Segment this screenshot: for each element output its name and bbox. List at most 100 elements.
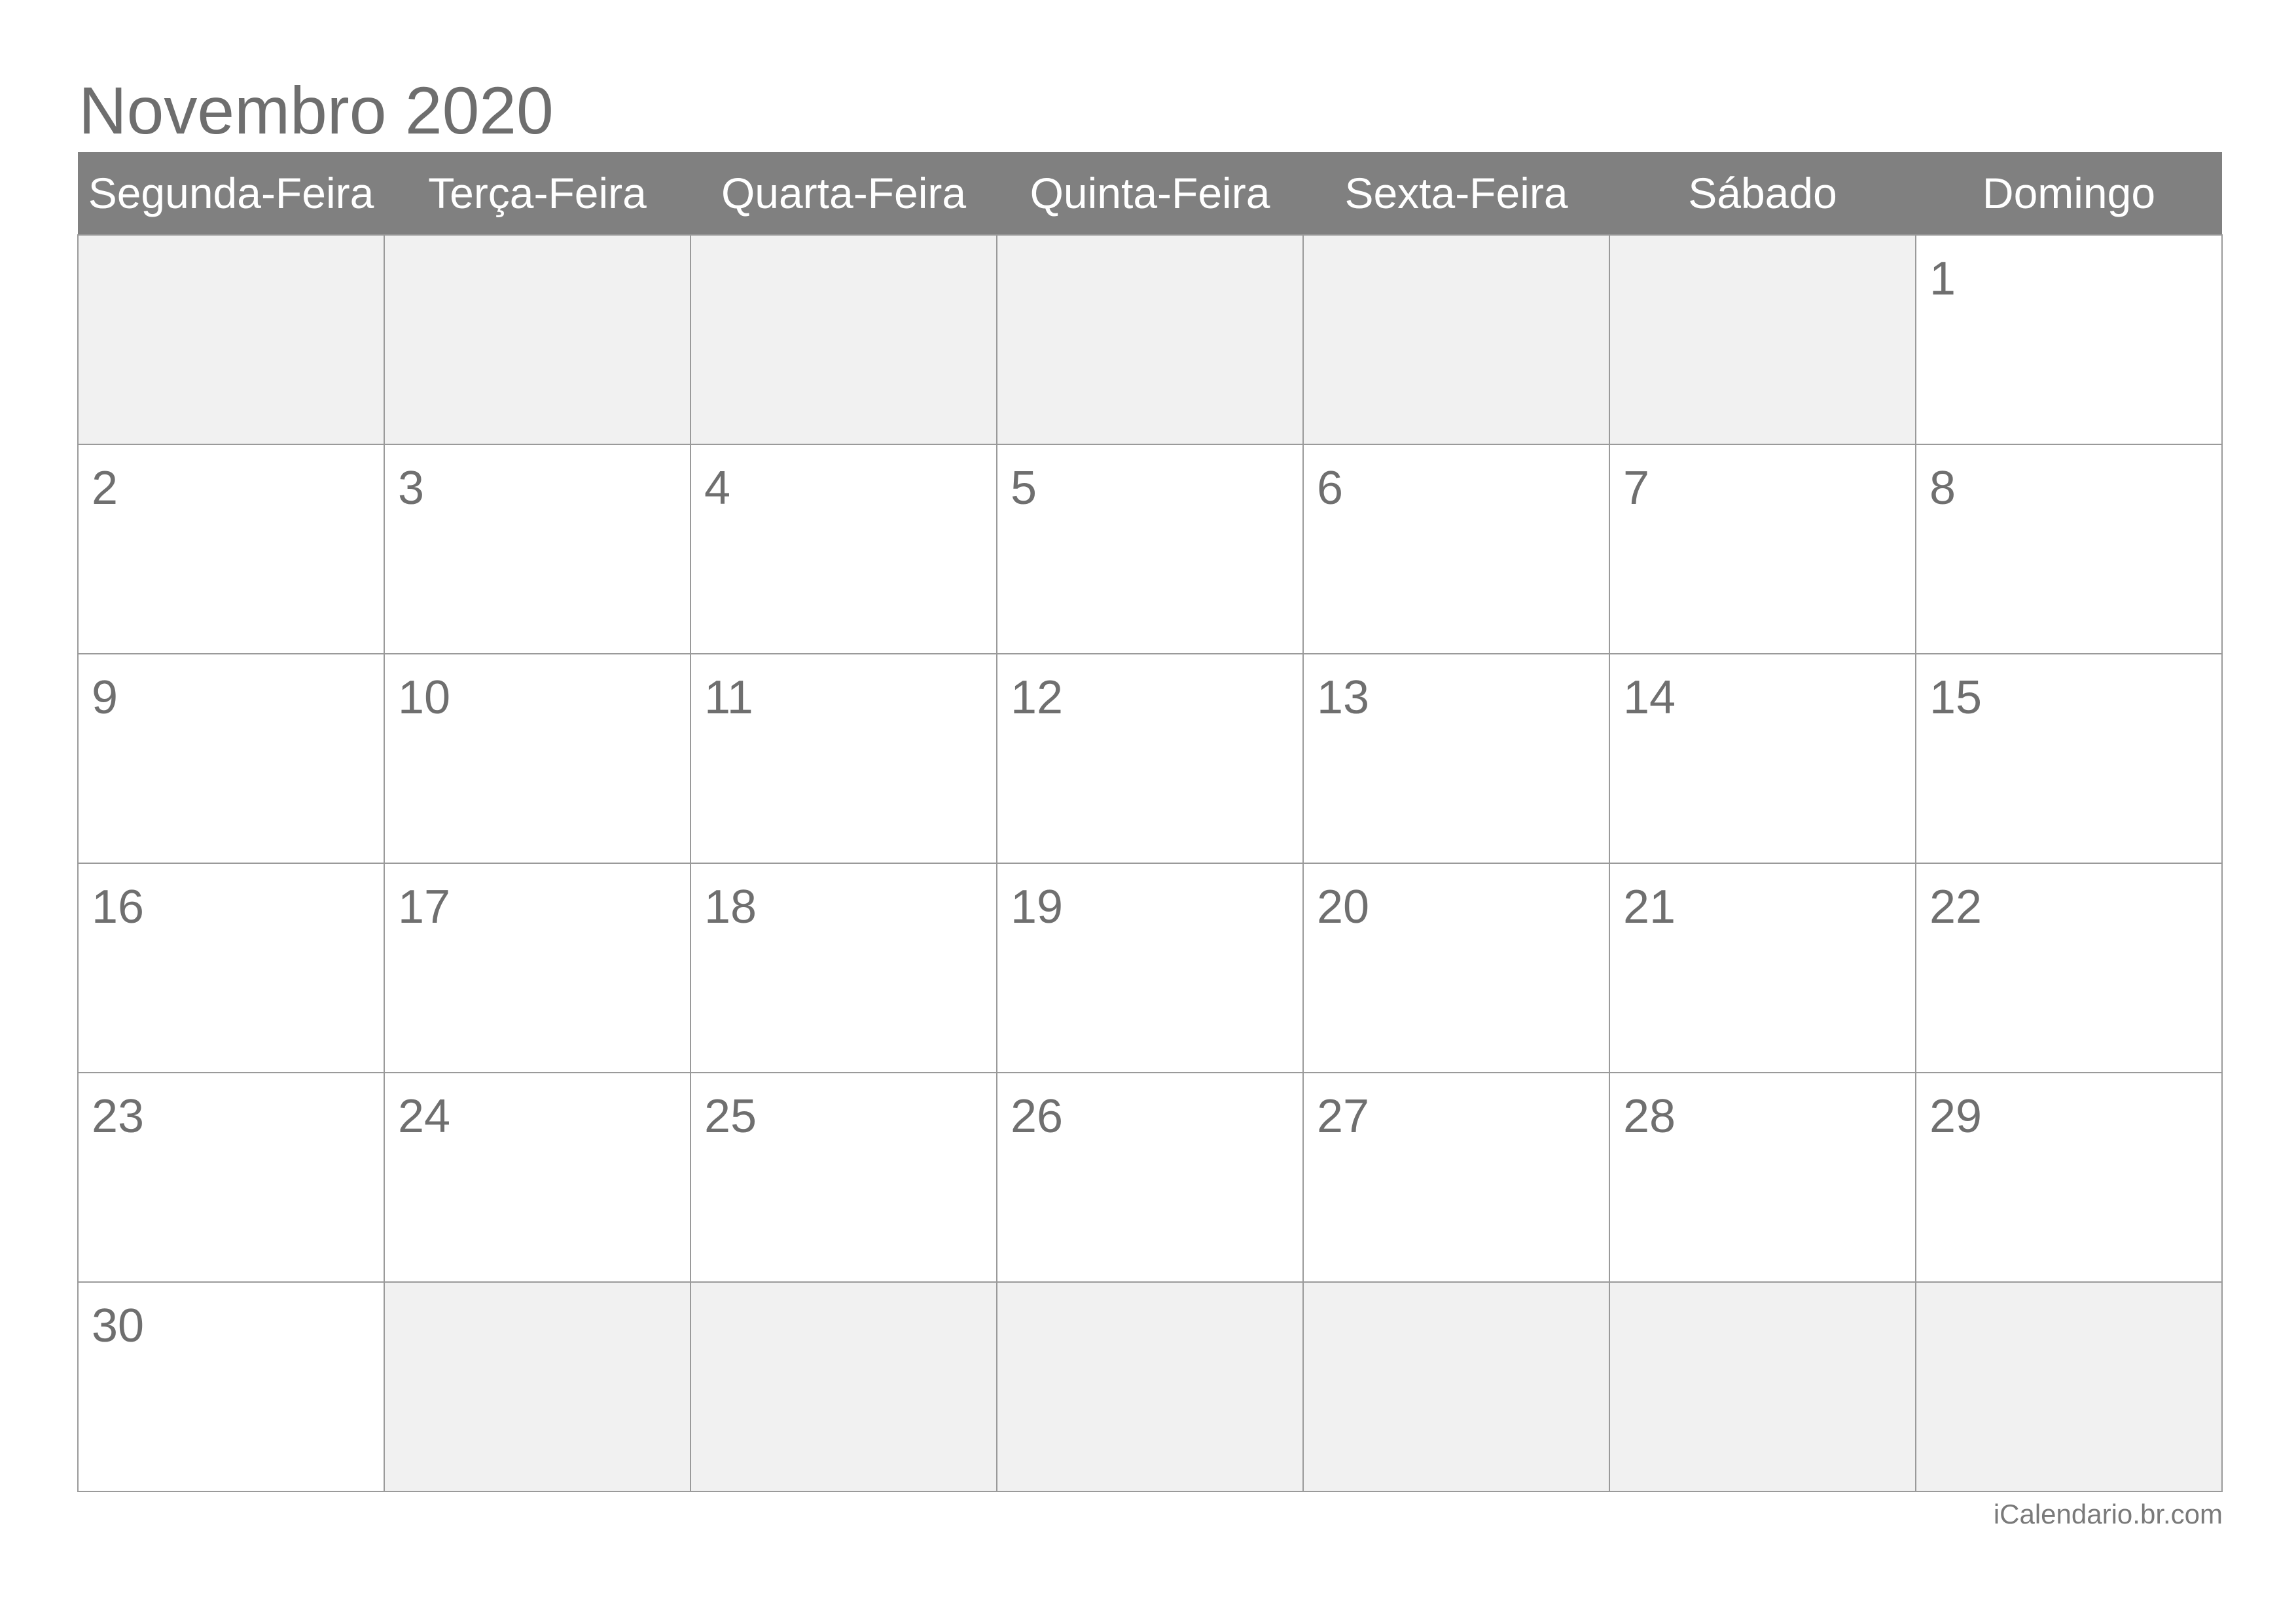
page-title: Novembro 2020: [79, 73, 554, 148]
day-number: 20: [1317, 881, 1370, 933]
day-number: 3: [398, 462, 425, 514]
week-row: 16 17 18 19 20 21 22: [77, 863, 2223, 1073]
month-calendar: Segunda-Feira Terça-Feira Quarta-Feira Q…: [77, 152, 2223, 1492]
day-number: [79, 236, 384, 255]
day-number: 15: [1929, 671, 1982, 724]
day-number: 13: [1317, 671, 1370, 724]
day-number: [997, 1283, 1302, 1302]
day-cell: 22: [1915, 863, 2223, 1073]
day-cell: 2: [77, 444, 385, 654]
day-number: 17: [398, 881, 451, 933]
day-cell: 24: [384, 1072, 691, 1283]
week-row: 23 24 25 26 27 28 29: [77, 1072, 2223, 1283]
day-cell: [996, 1281, 1304, 1492]
day-cell: [690, 1281, 997, 1492]
day-number: 19: [1011, 881, 1064, 933]
week-row: 2 3 4 5 6 7 8: [77, 444, 2223, 654]
day-number: 11: [704, 671, 753, 724]
day-number: 26: [1011, 1090, 1064, 1143]
day-cell: 17: [384, 863, 691, 1073]
day-number: 6: [1317, 462, 1344, 514]
weekday-header-row: Segunda-Feira Terça-Feira Quarta-Feira Q…: [78, 152, 2222, 235]
day-number: 12: [1011, 671, 1064, 724]
day-number: 24: [398, 1090, 451, 1143]
day-number: 23: [92, 1090, 145, 1143]
day-number: 14: [1623, 671, 1676, 724]
day-number: 8: [1929, 462, 1956, 514]
day-cell: 14: [1609, 653, 1916, 864]
day-cell: 26: [996, 1072, 1304, 1283]
day-number: [1610, 1283, 1915, 1302]
day-number: [1916, 1283, 2221, 1302]
day-cell: 16: [77, 863, 385, 1073]
day-cell: 11: [690, 653, 997, 864]
day-cell: 7: [1609, 444, 1916, 654]
day-number: 27: [1317, 1090, 1370, 1143]
day-cell: 12: [996, 653, 1304, 864]
source-footer: iCalendario.br.com: [1993, 1499, 2223, 1529]
day-cell: [1915, 1281, 2223, 1492]
day-cell: [1609, 1281, 1916, 1492]
weekday-header: Quarta-Feira: [691, 152, 997, 235]
weekday-header: Sábado: [1609, 152, 1916, 235]
day-number: [691, 1283, 996, 1302]
day-cell: [996, 234, 1304, 445]
weekday-header: Domingo: [1916, 152, 2222, 235]
weekday-header: Terça-Feira: [384, 152, 691, 235]
day-cell: [77, 234, 385, 445]
day-cell: 8: [1915, 444, 2223, 654]
day-cell: 19: [996, 863, 1304, 1073]
day-cell: 27: [1302, 1072, 1610, 1283]
day-cell: 30: [77, 1281, 385, 1492]
week-row: 30: [77, 1281, 2223, 1492]
day-cell: 3: [384, 444, 691, 654]
day-cell: 23: [77, 1072, 385, 1283]
day-number: 10: [398, 671, 451, 724]
day-cell: 18: [690, 863, 997, 1073]
day-number: [1610, 236, 1915, 255]
weekday-header: Segunda-Feira: [78, 152, 384, 235]
day-cell: 15: [1915, 653, 2223, 864]
day-number: [997, 236, 1302, 255]
day-number: 2: [92, 462, 118, 514]
day-number: 28: [1623, 1090, 1676, 1143]
day-cell: [1302, 234, 1610, 445]
weekday-header: Quinta-Feira: [997, 152, 1303, 235]
day-number: 5: [1011, 462, 1037, 514]
day-cell: 6: [1302, 444, 1610, 654]
day-number: 4: [704, 462, 731, 514]
day-cell: 21: [1609, 863, 1916, 1073]
week-row: 1: [77, 234, 2223, 445]
day-cell: 13: [1302, 653, 1610, 864]
week-row: 9 10 11 12 13 14 15: [77, 653, 2223, 864]
day-number: 22: [1929, 881, 1982, 933]
day-number: 29: [1929, 1090, 1982, 1143]
day-number: 7: [1623, 462, 1650, 514]
day-number: [691, 236, 996, 255]
day-cell: 29: [1915, 1072, 2223, 1283]
day-cell: 1: [1915, 234, 2223, 445]
day-number: 1: [1929, 253, 1956, 305]
day-cell: 20: [1302, 863, 1610, 1073]
day-cell: [690, 234, 997, 445]
day-cell: [384, 1281, 691, 1492]
day-cell: 4: [690, 444, 997, 654]
day-cell: 25: [690, 1072, 997, 1283]
day-number: 9: [92, 671, 118, 724]
day-number: 30: [92, 1300, 145, 1352]
day-number: 21: [1623, 881, 1676, 933]
day-cell: 28: [1609, 1072, 1916, 1283]
day-number: 16: [92, 881, 145, 933]
day-number: [385, 236, 690, 255]
weekday-header: Sexta-Feira: [1303, 152, 1609, 235]
day-cell: [1609, 234, 1916, 445]
day-number: 25: [704, 1090, 757, 1143]
day-cell: [1302, 1281, 1610, 1492]
day-number: [385, 1283, 690, 1302]
day-cell: 10: [384, 653, 691, 864]
day-number: 18: [704, 881, 757, 933]
day-number: [1304, 1283, 1609, 1302]
day-cell: [384, 234, 691, 445]
day-cell: 5: [996, 444, 1304, 654]
day-number: [1304, 236, 1609, 255]
